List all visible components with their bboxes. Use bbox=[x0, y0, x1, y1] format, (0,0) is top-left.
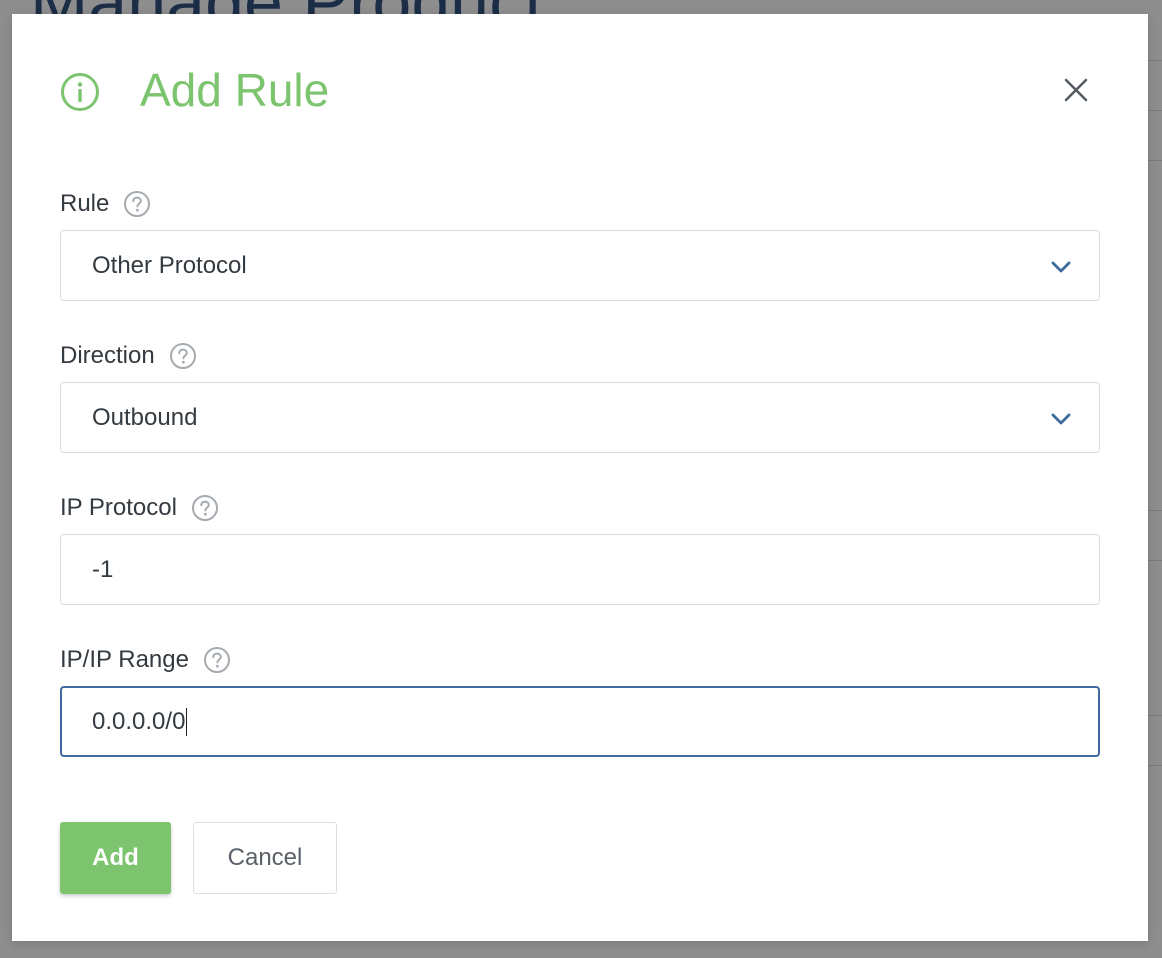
direction-select[interactable]: Outbound bbox=[60, 382, 1100, 453]
rule-label: Rule bbox=[60, 188, 151, 220]
ip-range-input[interactable]: 0.0.0.0/0 bbox=[60, 686, 1100, 757]
cancel-button[interactable]: Cancel bbox=[193, 822, 337, 894]
close-button[interactable] bbox=[1058, 72, 1094, 108]
direction-label-text: Direction bbox=[60, 342, 155, 369]
add-button[interactable]: Add bbox=[60, 822, 171, 894]
chevron-down-icon bbox=[1051, 261, 1071, 273]
modal-title: Add Rule bbox=[140, 64, 330, 116]
info-circle-icon bbox=[61, 73, 99, 111]
chevron-down-icon bbox=[1051, 413, 1071, 425]
direction-select-value: Outbound bbox=[92, 403, 198, 431]
ip-protocol-label-text: IP Protocol bbox=[60, 494, 177, 521]
ip-protocol-label: IP Protocol bbox=[60, 492, 219, 524]
text-cursor bbox=[186, 707, 188, 736]
rule-label-text: Rule bbox=[60, 190, 110, 217]
help-icon[interactable] bbox=[203, 646, 231, 674]
help-icon[interactable] bbox=[169, 342, 197, 370]
ip-protocol-input[interactable]: -1 bbox=[60, 534, 1100, 605]
rule-select[interactable]: Other Protocol bbox=[60, 230, 1100, 301]
ip-range-input-value: 0.0.0.0/0 bbox=[92, 707, 186, 735]
direction-label: Direction bbox=[60, 340, 197, 372]
modal-header: Add Rule bbox=[12, 14, 1148, 166]
help-icon[interactable] bbox=[191, 494, 219, 522]
add-rule-modal: Add Rule Rule Other Protocol Direction O… bbox=[12, 14, 1148, 941]
ip-range-label-text: IP/IP Range bbox=[60, 646, 189, 673]
help-icon[interactable] bbox=[123, 190, 151, 218]
ip-range-label: IP/IP Range bbox=[60, 644, 231, 676]
rule-select-value: Other Protocol bbox=[92, 251, 247, 279]
ip-protocol-input-value: -1 bbox=[92, 555, 114, 583]
close-icon bbox=[1064, 78, 1088, 102]
